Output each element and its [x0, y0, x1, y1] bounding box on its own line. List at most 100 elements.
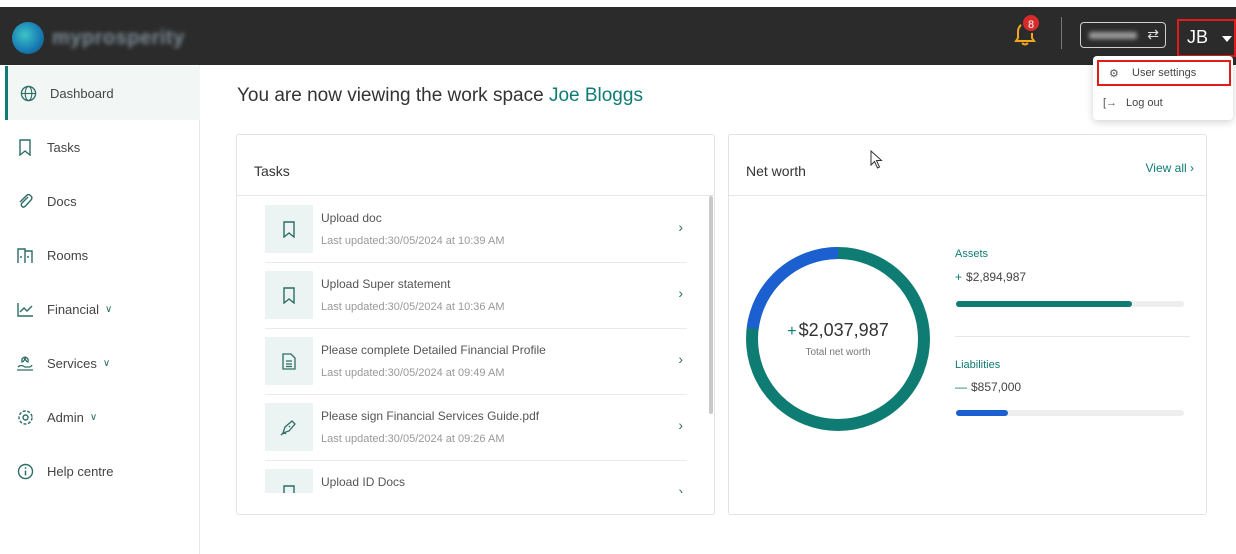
chevron-down-icon: ∨: [89, 411, 98, 423]
task-item[interactable]: Upload Super statement Last updated:30/0…: [265, 263, 687, 329]
page-title-prefix: You are now viewing the work space: [237, 85, 544, 106]
user-menu-dropdown: ⚙ User settings [→ Log out: [1093, 56, 1233, 120]
task-name: Please complete Detailed Financial Profi…: [321, 343, 546, 357]
logo-mark-icon: [12, 22, 44, 54]
bookmark-icon: [15, 137, 35, 157]
total-amount: $2,037,987: [798, 320, 889, 340]
net-worth-divider: [955, 336, 1190, 337]
bookmark-icon: [265, 469, 313, 493]
net-worth-card-title: Net worth: [746, 163, 806, 179]
assets-amount: + $2,894,987: [955, 270, 1026, 284]
menu-item-label: Log out: [1126, 97, 1163, 109]
assets-progress-fill: [956, 301, 1132, 307]
liabilities-progress-fill: [956, 410, 1009, 416]
swap-icon: ⇄: [1147, 26, 1159, 42]
task-updated: Last updated:30/05/2024 at 10:39 AM: [321, 235, 505, 247]
bookmark-icon: [265, 205, 313, 253]
document-icon: [265, 337, 313, 385]
task-updated: Last updated:30/05/2024 at 09:49 AM: [321, 367, 505, 379]
assets-label: Assets: [955, 248, 989, 260]
task-name: Upload ID Docs: [321, 475, 406, 489]
liabilities-amount: — $857,000: [955, 380, 1021, 394]
sidebar-item-label: Tasks: [47, 139, 81, 155]
sidebar-item-dashboard[interactable]: Dashboard: [5, 66, 200, 120]
chevron-right-icon: ›: [678, 351, 683, 367]
sidebar-item-admin[interactable]: Admin ∨: [5, 390, 200, 444]
logo-text: myprosperity: [52, 26, 185, 49]
view-all-label: View all: [1145, 161, 1187, 175]
sidebar-item-label: Rooms: [47, 247, 89, 263]
tasks-card-title: Tasks: [254, 163, 290, 179]
user-settings-menu-item[interactable]: ⚙ User settings: [1097, 60, 1231, 86]
chevron-right-icon: ›: [678, 417, 683, 433]
header-divider: [1061, 17, 1062, 49]
services-icon: [15, 353, 35, 373]
chevron-down-icon: ∨: [102, 357, 111, 369]
log-out-menu-item[interactable]: [→ Log out: [1093, 90, 1233, 116]
task-item[interactable]: Please sign Financial Services Guide.pdf…: [265, 395, 687, 461]
user-menu-button[interactable]: JB: [1177, 19, 1236, 57]
sidebar-item-financial[interactable]: Financial ∨: [5, 282, 200, 336]
view-all-link[interactable]: View all ›: [1146, 161, 1194, 175]
menu-item-label: User settings: [1132, 67, 1197, 79]
sidebar-item-label: Help centre: [47, 463, 114, 479]
bookmark-icon: [265, 271, 313, 319]
card-divider: [729, 195, 1206, 196]
signature-icon: [265, 403, 313, 451]
task-updated: Last updated:30/05/2024 at 09:26 AM: [321, 433, 505, 445]
notification-count-badge: 8: [1021, 13, 1041, 33]
task-list: Upload doc Last updated:30/05/2024 at 10…: [265, 197, 715, 493]
chevron-right-icon: ›: [1190, 161, 1194, 175]
liabilities-sign: —: [955, 380, 967, 394]
tasks-card: Tasks Upload doc Last updated:30/05/2024…: [236, 134, 715, 515]
assets-sign: +: [955, 270, 963, 284]
caret-down-icon: [1222, 36, 1232, 42]
total-net-worth-label: Total net worth: [805, 347, 871, 358]
sidebar-item-label: Admin: [47, 409, 84, 425]
top-bar: myprosperity: [0, 7, 1236, 65]
chevron-down-icon: ∨: [105, 303, 113, 315]
sidebar-item-rooms[interactable]: Rooms: [5, 228, 200, 282]
total-sign: +: [787, 323, 797, 340]
chevron-right-icon: ›: [678, 219, 683, 235]
admin-gear-icon: [15, 407, 35, 427]
chevron-right-icon: ›: [678, 285, 683, 301]
paperclip-icon: [15, 191, 35, 211]
chart-icon: [15, 299, 35, 319]
app-logo[interactable]: myprosperity: [12, 22, 185, 54]
sidebar-item-label: Financial: [47, 301, 100, 317]
task-name: Please sign Financial Services Guide.pdf: [321, 409, 540, 423]
chevron-right-icon: ›: [678, 483, 683, 493]
task-name: Upload Super statement: [321, 277, 451, 291]
task-item[interactable]: Please complete Detailed Financial Profi…: [265, 329, 687, 395]
page-title: You are now viewing the work space Joe B…: [237, 85, 643, 107]
mouse-cursor-icon: [870, 150, 883, 169]
workspace-name-redacted: [1089, 32, 1137, 39]
liabilities-value: $857,000: [971, 380, 1022, 394]
task-list-scrollbar[interactable]: [709, 196, 713, 414]
sidebar-item-label: Services: [47, 355, 97, 371]
task-name: Upload doc: [321, 211, 382, 225]
workspace-switcher[interactable]: ⇄: [1080, 22, 1166, 48]
sidebar-item-label: Docs: [47, 193, 77, 209]
total-net-worth-value: + $2,037,987: [786, 320, 890, 341]
assets-value: $2,894,987: [966, 270, 1027, 284]
info-icon: [15, 461, 35, 481]
liabilities-progress-track: [956, 410, 1184, 416]
task-item[interactable]: Upload doc Last updated:30/05/2024 at 10…: [265, 197, 687, 263]
assets-progress-track: [956, 301, 1184, 307]
sidebar-item-label: Dashboard: [50, 85, 114, 101]
sidebar-item-tasks[interactable]: Tasks: [5, 120, 200, 174]
task-item[interactable]: Upload ID Docs ›: [265, 461, 687, 493]
task-updated: Last updated:30/05/2024 at 10:36 AM: [321, 301, 505, 313]
globe-icon: [18, 83, 38, 103]
liabilities-label: Liabilities: [955, 359, 1001, 371]
sidebar-item-docs[interactable]: Docs: [5, 174, 200, 228]
rooms-icon: [15, 245, 35, 265]
workspace-name-link[interactable]: Joe Bloggs: [549, 85, 643, 106]
sidebar-item-services[interactable]: Services ∨: [5, 336, 200, 390]
gear-icon: ⚙: [1109, 67, 1119, 80]
sidebar-item-help-centre[interactable]: Help centre: [5, 444, 200, 498]
card-divider: [237, 195, 714, 196]
user-initials: JB: [1187, 27, 1209, 47]
